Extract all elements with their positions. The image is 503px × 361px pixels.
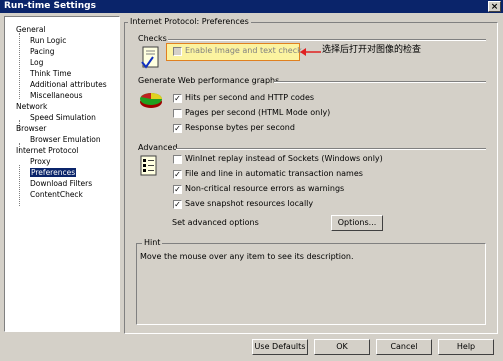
- save-snapshot-label: Save snapshot resources locally: [185, 199, 314, 208]
- tree-item-browser-emulation[interactable]: Browser Emulation: [30, 135, 101, 145]
- help-button[interactable]: Help: [438, 339, 494, 355]
- ok-button[interactable]: OK: [314, 339, 370, 355]
- tree-connector: [19, 165, 20, 206]
- enable-image-text-checkbox[interactable]: [173, 47, 182, 56]
- tree-item-miscellaneous[interactable]: Miscellaneous: [30, 91, 83, 101]
- tree-item-log[interactable]: Log: [30, 58, 43, 68]
- enable-image-text-label: Enable Image and text check: [185, 46, 302, 55]
- perf-separator: [274, 81, 486, 83]
- file-and-line-label: File and line in automatic transaction n…: [185, 169, 363, 178]
- settings-list-icon: [140, 155, 158, 177]
- wininet-replay-checkbox[interactable]: [173, 155, 182, 164]
- annotation-text: 选择后打开对图像的检查: [322, 45, 422, 55]
- response-bytes-checkbox[interactable]: ✓: [173, 124, 182, 133]
- hint-text: Move the mouse over any item to see its …: [140, 252, 354, 261]
- tree-item-think-time[interactable]: Think Time: [30, 69, 71, 79]
- tree-item-run-logic[interactable]: Run Logic: [30, 36, 66, 46]
- window-title: Run-time Settings: [4, 1, 96, 11]
- perf-heading: Generate Web performance graphs: [138, 76, 280, 85]
- tree-item-contentcheck[interactable]: ContentCheck: [30, 190, 83, 200]
- close-button[interactable]: ×: [488, 1, 501, 12]
- cancel-button[interactable]: Cancel: [376, 339, 432, 355]
- advanced-separator: [176, 148, 486, 150]
- checks-separator: [168, 39, 486, 41]
- tree-item-proxy[interactable]: Proxy: [30, 157, 51, 167]
- non-critical-errors-label: Non-critical resource errors as warnings: [185, 184, 345, 193]
- pages-per-second-label: Pages per second (HTML Mode only): [185, 108, 331, 117]
- tree-item-speed-simulation[interactable]: Speed Simulation: [30, 113, 96, 123]
- wininet-replay-label: WinInet replay instead of Sockets (Windo…: [185, 154, 383, 163]
- tree-connector: [19, 33, 20, 99]
- tree-item-download-filters[interactable]: Download Filters: [30, 179, 92, 189]
- tree-item-network[interactable]: Network: [16, 102, 47, 112]
- checks-heading: Checks: [138, 34, 167, 43]
- pie-chart-icon: [138, 90, 164, 110]
- title-bar: Run-time Settings ×: [0, 0, 503, 13]
- advanced-heading: Advanced: [138, 143, 178, 152]
- response-bytes-label: Response bytes per second: [185, 123, 295, 132]
- panel-title: Internet Protocol: Preferences: [128, 17, 251, 27]
- tree-item-internet-protocol[interactable]: Internet Protocol: [16, 146, 78, 156]
- file-and-line-checkbox[interactable]: ✓: [173, 170, 182, 179]
- tree-item-preferences[interactable]: Preferences: [30, 168, 77, 178]
- tree-item-browser[interactable]: Browser: [16, 124, 46, 134]
- options-button[interactable]: Options...: [331, 215, 383, 231]
- non-critical-errors-checkbox[interactable]: ✓: [173, 185, 182, 194]
- hits-per-second-checkbox[interactable]: ✓: [173, 94, 182, 103]
- tree-item-general[interactable]: General: [16, 25, 46, 35]
- tree-item-pacing[interactable]: Pacing: [30, 47, 55, 57]
- use-defaults-button[interactable]: Use Defaults: [252, 339, 308, 355]
- pages-per-second-checkbox[interactable]: [173, 109, 182, 118]
- annotation-arrow-icon: [300, 47, 322, 57]
- save-snapshot-checkbox[interactable]: ✓: [173, 200, 182, 209]
- hint-heading: Hint: [142, 238, 163, 248]
- tree-item-additional-attributes[interactable]: Additional attributes: [30, 80, 107, 90]
- document-check-icon: [140, 46, 162, 70]
- hits-per-second-label: Hits per second and HTTP codes: [185, 93, 315, 102]
- set-advanced-options-label: Set advanced options: [172, 218, 259, 227]
- settings-tree[interactable]: General Run Logic Pacing Log Think Time …: [4, 16, 120, 332]
